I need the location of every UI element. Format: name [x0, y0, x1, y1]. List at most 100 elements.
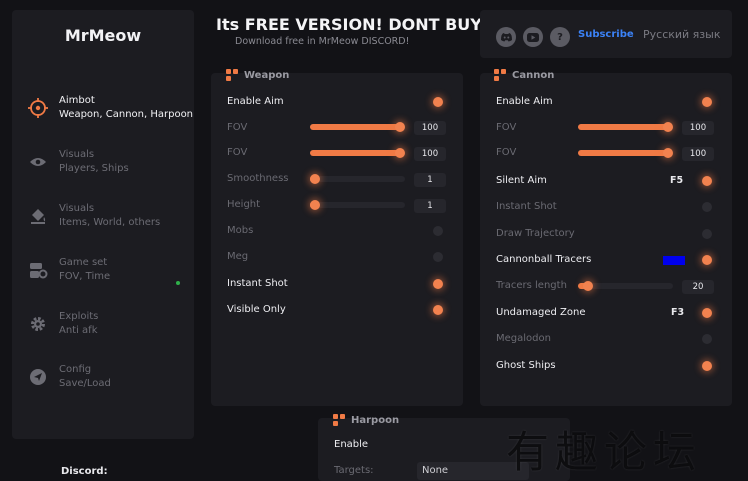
- sidebar-item-sublabel: Items, World, others: [59, 217, 161, 228]
- cannon-instant-shot-toggle[interactable]: [702, 202, 712, 212]
- weapon-fov-value[interactable]: 100: [414, 121, 446, 135]
- cannon-tracers-length-label: Tracers length: [496, 280, 567, 291]
- subscribe-link[interactable]: Subscribe: [578, 29, 634, 40]
- cannon-ghost-ships-toggle[interactable]: [702, 361, 712, 371]
- cannon-draw-trajectory-label: Draw Trajectory: [496, 228, 575, 239]
- sidebar-item-game-set[interactable]: Game set FOV, Time: [26, 256, 110, 284]
- harpoon-enable-label: Enable: [334, 439, 369, 450]
- sidebar-item-label: Config: [59, 364, 92, 375]
- help-icon[interactable]: ?: [550, 27, 570, 47]
- weapon-meg-toggle[interactable]: [433, 252, 443, 262]
- sidebar-item-visuals-players[interactable]: Visuals Players, Ships: [26, 148, 129, 176]
- game-settings-icon: [26, 258, 50, 282]
- weapon-fov-label: FOV: [227, 122, 248, 133]
- cannon-megalodon-label: Megalodon: [496, 333, 551, 344]
- sidebar-item-sublabel: Save/Load: [59, 378, 111, 389]
- cannon-instant-shot-label: Instant Shot: [496, 201, 557, 212]
- cannon-fov-label: FOV: [496, 122, 517, 133]
- gear-icon: [26, 312, 50, 336]
- weapon-mobs-toggle[interactable]: [433, 226, 443, 236]
- weapon-fov2-label: FOV: [227, 147, 248, 158]
- sidebar-item-label: Exploits: [59, 311, 99, 322]
- status-dot: [176, 281, 180, 285]
- weapon-mobs-label: Mobs: [227, 225, 254, 236]
- slider-knob[interactable]: [663, 122, 673, 132]
- slider-knob[interactable]: [395, 122, 405, 132]
- crosshair-icon: [26, 96, 50, 120]
- cannon-megalodon-toggle[interactable]: [702, 334, 712, 344]
- cannon-panel-title: Cannon: [494, 69, 554, 81]
- weapon-fov2-value[interactable]: 100: [414, 147, 446, 161]
- sidebar-item-sublabel: Anti afk: [59, 325, 98, 336]
- paint-bucket-icon: [26, 204, 50, 228]
- grid-icon: [226, 69, 238, 81]
- sidebar-item-visuals-items[interactable]: Visuals Items, World, others: [26, 202, 160, 230]
- sidebar-item-sublabel: FOV, Time: [59, 271, 111, 282]
- cannon-undamaged-zone-label: Undamaged Zone: [496, 307, 586, 318]
- cannon-undamaged-zone-key[interactable]: F3: [671, 307, 684, 318]
- sidebar-item-label: Visuals: [59, 203, 95, 214]
- cannon-tracers-label: Cannonball Tracers: [496, 254, 592, 265]
- cannon-tracers-length-value[interactable]: 20: [682, 280, 714, 294]
- cannon-ghost-ships-label: Ghost Ships: [496, 360, 556, 371]
- sidebar-item-sublabel: Weapon, Cannon, Harpoon: [59, 109, 194, 120]
- grid-icon: [494, 69, 506, 81]
- eye-icon: [26, 150, 50, 174]
- language-switch[interactable]: Русский язык: [643, 28, 720, 41]
- cannon-tracers-toggle[interactable]: [702, 255, 712, 265]
- slider-knob[interactable]: [310, 200, 320, 210]
- weapon-visible-only-toggle[interactable]: [433, 305, 443, 315]
- page-subtitle: Download free in MrMeow DISCORD!: [235, 36, 410, 47]
- weapon-height-slider[interactable]: [310, 200, 405, 210]
- sidebar-item-aimbot[interactable]: Aimbot Weapon, Cannon, Harpoon: [26, 94, 193, 122]
- weapon-fov-slider[interactable]: [310, 122, 405, 132]
- cannon-fov2-value[interactable]: 100: [682, 147, 714, 161]
- weapon-instant-shot-toggle[interactable]: [433, 279, 443, 289]
- weapon-height-label: Height: [227, 199, 261, 210]
- weapon-meg-label: Meg: [227, 251, 249, 262]
- weapon-instant-shot-label: Instant Shot: [227, 278, 288, 289]
- discord-icon[interactable]: [496, 27, 516, 47]
- weapon-enable-aim-toggle[interactable]: [433, 97, 443, 107]
- weapon-smoothness-slider[interactable]: [310, 174, 405, 184]
- cannon-fov-value[interactable]: 100: [682, 121, 714, 135]
- app-title: MrMeow: [64, 26, 142, 45]
- slider-knob[interactable]: [582, 281, 593, 291]
- cannon-silent-aim-label: Silent Aim: [496, 175, 547, 186]
- slider-knob[interactable]: [395, 148, 405, 158]
- sidebar-item-sublabel: Players, Ships: [59, 163, 129, 174]
- grid-icon: [333, 414, 345, 426]
- sidebar-item-exploits[interactable]: Exploits Anti afk: [26, 310, 98, 338]
- cannon-silent-aim-key[interactable]: F5: [670, 175, 683, 186]
- weapon-fov2-slider[interactable]: [310, 148, 405, 158]
- weapon-height-value[interactable]: 1: [414, 199, 446, 213]
- cannon-undamaged-zone-toggle[interactable]: [702, 308, 712, 318]
- sidebar-item-label: Aimbot: [59, 95, 95, 106]
- cannon-draw-trajectory-toggle[interactable]: [702, 229, 712, 239]
- sidebar-item-config[interactable]: Config Save/Load: [26, 363, 111, 391]
- page-title: Its FREE VERSION! DONT BUY: [216, 15, 482, 34]
- cannon-tracers-length-slider[interactable]: [578, 281, 673, 291]
- harpoon-targets-label: Targets:: [334, 465, 374, 476]
- cannon-silent-aim-toggle[interactable]: [702, 176, 712, 186]
- weapon-title-text: Weapon: [244, 69, 290, 81]
- cannon-tracers-color-picker[interactable]: [663, 256, 685, 265]
- youtube-icon[interactable]: [523, 27, 543, 47]
- sidebar-item-label: Game set: [59, 257, 108, 268]
- cannon-enable-aim-label: Enable Aim: [496, 96, 553, 107]
- weapon-panel-title: Weapon: [226, 69, 289, 81]
- harpoon-panel-title: Harpoon: [333, 414, 399, 426]
- slider-knob[interactable]: [663, 148, 673, 158]
- weapon-enable-aim-label: Enable Aim: [227, 96, 284, 107]
- cannon-enable-aim-toggle[interactable]: [702, 97, 712, 107]
- harpoon-targets-value: None: [422, 465, 449, 476]
- discord-label: Discord:: [61, 466, 108, 477]
- cannon-title-text: Cannon: [512, 69, 555, 81]
- slider-knob[interactable]: [310, 174, 320, 184]
- weapon-visible-only-label: Visible Only: [227, 304, 286, 315]
- cannon-fov2-slider[interactable]: [578, 148, 673, 158]
- sidebar: MrMeow Aimbot Weapon, Cannon, Harpoon Vis…: [12, 10, 194, 439]
- weapon-smoothness-value[interactable]: 1: [414, 173, 446, 187]
- topbar: ? Subscribe Русский язык: [480, 10, 732, 58]
- cannon-fov-slider[interactable]: [578, 122, 673, 132]
